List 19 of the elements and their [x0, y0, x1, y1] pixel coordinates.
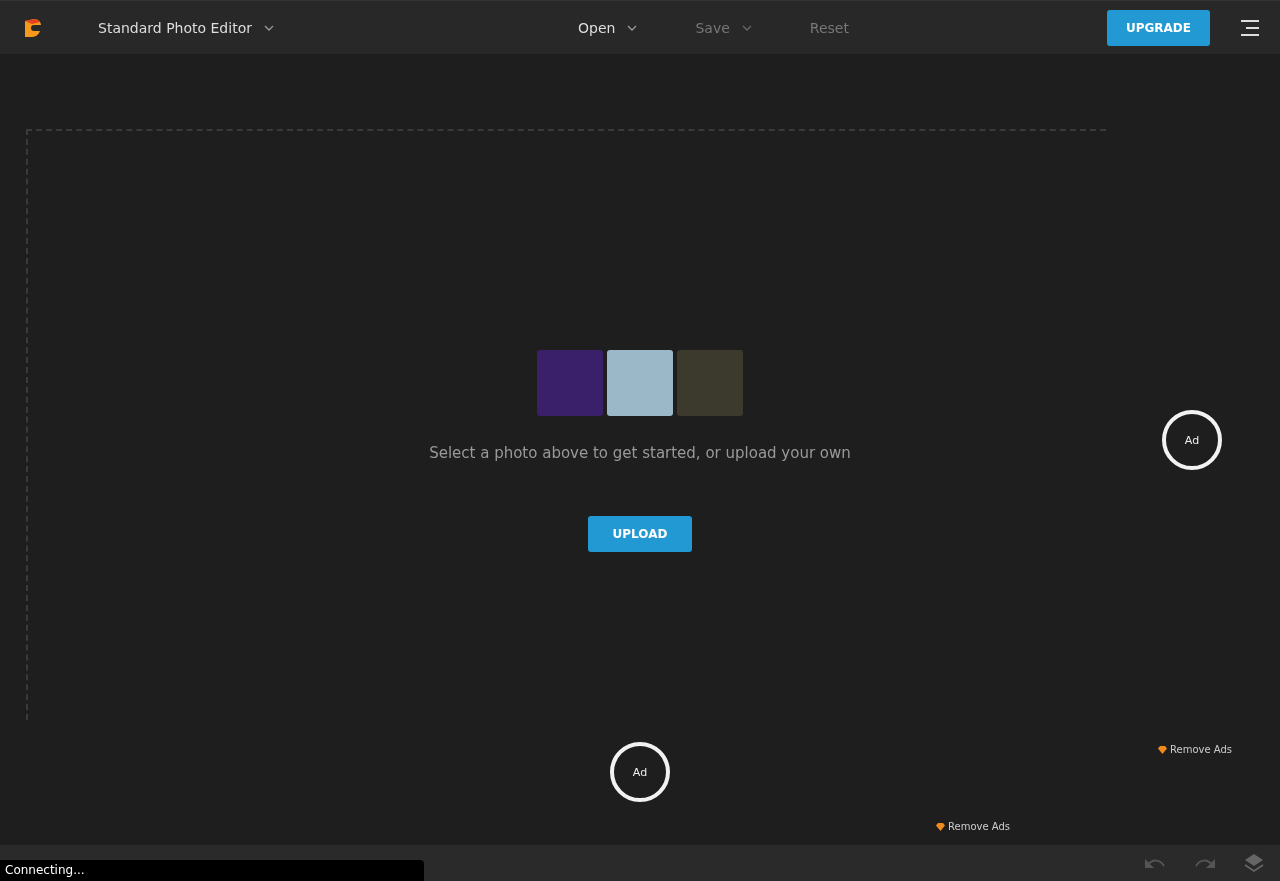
caret-icon [263, 24, 274, 31]
gem-icon [1158, 745, 1167, 754]
gem-icon [936, 822, 945, 831]
ad-badge[interactable]: Ad [1162, 410, 1222, 470]
menu-icon[interactable] [1240, 19, 1260, 36]
remove-ads-link[interactable]: Remove Ads [1158, 744, 1232, 755]
caret-icon [741, 24, 752, 31]
prompt-text: Select a photo above to get started, or upload your own [429, 444, 851, 462]
editor-mode-dropdown[interactable]: Standard Photo Editor [92, 18, 280, 37]
caret-icon [627, 24, 638, 31]
logo-icon[interactable] [22, 17, 42, 38]
ad-badge[interactable]: Ad [610, 742, 670, 802]
undo-button[interactable] [1144, 856, 1166, 870]
undo-icon [1144, 856, 1166, 870]
remove-ads-link[interactable]: Remove Ads [936, 821, 1010, 832]
layers-icon [1244, 853, 1264, 873]
status-text: Connecting... [0, 860, 424, 881]
layers-button[interactable] [1244, 853, 1264, 873]
menu-button[interactable]: Open [572, 18, 644, 37]
